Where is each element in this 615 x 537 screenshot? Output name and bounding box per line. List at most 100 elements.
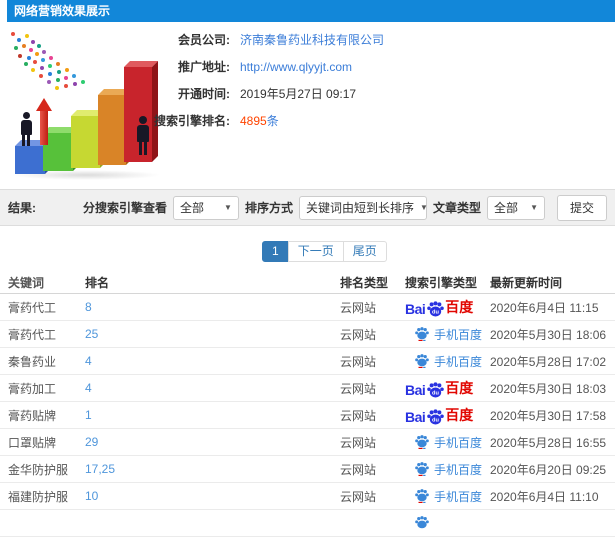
rank-type-cell: 云网站 <box>340 489 377 504</box>
page: { "titlebar": { "title": "网络营销效果展示" }, "… <box>0 0 615 537</box>
engine-cell: Baidu百度 手机百度 <box>405 405 490 425</box>
title-bar: 网络营销效果展示 <box>7 0 615 22</box>
article-type-select[interactable]: 全部 ▼ <box>486 195 545 220</box>
pagination: 1 下一页 尾页 <box>262 241 387 262</box>
member-company-row: 会员公司: 济南秦鲁药业科技有限公司 <box>148 26 384 53</box>
table-row: 福建防护服 10 云网站 Baidu百度 手机百度 2020年6月4日 11:1… <box>0 483 615 510</box>
mobile-baidu-paw-icon <box>415 462 429 476</box>
last-page-button[interactable]: 尾页 <box>342 241 387 262</box>
rank-type-cell: 云网站 <box>340 354 377 369</box>
table-row: 膏药贴牌 1 云网站 Baidu百度 手机百度 2020年5月30日 17:58 <box>0 402 615 429</box>
engine-cell: Baidu百度 手机百度 <box>405 461 490 478</box>
submit-button[interactable]: 提交 <box>556 194 607 221</box>
table-row-partial <box>0 510 615 537</box>
engine-rank-label: 搜索引擎排名: <box>154 114 230 128</box>
keyword-cell: 口罩贴牌 <box>8 435 57 450</box>
clipart-bar-blue <box>15 146 45 174</box>
table-row: 膏药代工 8 云网站 Baidu百度 手机百度 2020年6月4日 11:15 <box>0 294 615 321</box>
engine-cell: Baidu百度 手机百度 <box>405 378 490 398</box>
next-page-button[interactable]: 下一页 <box>287 241 344 262</box>
confetti-dots <box>11 32 15 36</box>
member-company-label: 会员公司: <box>178 33 230 47</box>
result-label: 结果: <box>8 201 36 215</box>
engine-rank-row: 搜索引擎排名: 4895条 <box>148 107 384 134</box>
rank-type-cell: 云网站 <box>340 462 377 477</box>
mobile-baidu-paw-icon <box>415 327 429 341</box>
header-rank: 排名 <box>85 276 110 290</box>
engine-cell: Baidu百度 手机百度 <box>405 297 490 317</box>
rank-link[interactable]: 10 <box>85 489 340 503</box>
rank-link[interactable]: 8 <box>85 300 340 314</box>
keyword-cell: 福建防护服 <box>8 489 69 504</box>
keyword-cell: 膏药加工 <box>8 381 57 396</box>
keyword-cell: 金华防护服 <box>8 462 69 477</box>
engine-filter-label: 分搜索引擎查看 <box>82 201 167 215</box>
table-row: 膏药代工 25 云网站 Baidu百度 手机百度 2020年5月30日 18:0… <box>0 321 615 348</box>
rank-link[interactable]: 4 <box>85 381 340 395</box>
up-arrow-icon <box>36 98 52 146</box>
article-type-value: 全部 <box>493 201 518 215</box>
header-keyword: 关键词 <box>8 276 45 290</box>
rank-link[interactable]: 4 <box>85 354 340 368</box>
rank-type-cell: 云网站 <box>340 381 377 396</box>
promotion-url-link[interactable]: http://www.qlyyjt.com <box>240 60 352 74</box>
mobile-baidu-paw-icon <box>415 435 429 449</box>
mobile-baidu-paw-icon <box>415 489 429 503</box>
rank-link[interactable]: 17,25 <box>85 462 340 476</box>
member-company-link[interactable]: 济南秦鲁药业科技有限公司 <box>240 31 384 48</box>
results-table: 关键词 排名 排名类型 搜索引擎类型 最新更新时间 膏药代工 8 云网站 Bai… <box>0 272 615 537</box>
mobile-baidu-logo: 手机百度 <box>415 353 482 370</box>
rank-link[interactable]: 25 <box>85 327 340 341</box>
baidu-paw-icon: du <box>427 382 445 398</box>
svg-text:du: du <box>432 310 439 316</box>
update-time-cell: 2020年5月28日 16:55 <box>490 435 607 450</box>
baidu-logo: Bai du 百度 <box>405 299 474 317</box>
page-title: 网络营销效果展示 <box>14 4 111 18</box>
update-time-cell: 2020年6月4日 11:15 <box>490 300 599 315</box>
article-type-label: 文章类型 <box>432 201 481 215</box>
rank-type-cell: 云网站 <box>340 408 377 423</box>
clipart-bar-orange <box>98 95 126 165</box>
mobile-baidu-paw-icon <box>415 354 429 368</box>
keyword-cell: 膏药代工 <box>8 327 57 342</box>
update-time-cell: 2020年5月30日 18:03 <box>490 381 607 396</box>
sort-label: 排序方式 <box>244 201 293 215</box>
engine-filter-value: 全部 <box>179 201 204 215</box>
update-time-cell: 2020年5月30日 17:58 <box>490 408 607 423</box>
svg-text:du: du <box>432 391 439 397</box>
engine-cell: Baidu百度 手机百度 <box>405 326 490 343</box>
update-time-cell: 2020年5月28日 17:02 <box>490 354 607 369</box>
rank-link[interactable]: 29 <box>85 435 340 449</box>
table-row: 金华防护服 17,25 云网站 Baidu百度 手机百度 2020年6月20日 … <box>0 456 615 483</box>
sort-select[interactable]: 关键词由短到长排序 ▼ <box>298 195 428 220</box>
engine-cell: Baidu百度 手机百度 <box>405 353 490 370</box>
baidu-logo: Bai du 百度 <box>405 380 474 398</box>
baidu-paw-icon: du <box>427 301 445 317</box>
rank-unit: 条 <box>266 114 279 128</box>
page-1-button[interactable]: 1 <box>262 241 289 262</box>
chevron-down-icon: ▼ <box>530 203 538 212</box>
engine-cell: Baidu百度 手机百度 <box>405 434 490 451</box>
table-header-row: 关键词 排名 排名类型 搜索引擎类型 最新更新时间 <box>0 272 615 294</box>
rank-link[interactable]: 1 <box>85 408 340 422</box>
open-time-label: 开通时间: <box>178 87 230 101</box>
sort-value: 关键词由短到长排序 <box>305 201 414 215</box>
table-row: 秦鲁药业 4 云网站 Baidu百度 手机百度 2020年5月28日 17:02 <box>0 348 615 375</box>
chevron-down-icon: ▼ <box>419 203 428 212</box>
engine-cell: Baidu百度 手机百度 <box>405 488 490 505</box>
businessman-figure-left <box>19 112 33 146</box>
engine-cell <box>405 516 490 530</box>
promotion-url-row: 推广地址: http://www.qlyyjt.com <box>148 53 384 80</box>
header-engine-type: 搜索引擎类型 <box>405 276 478 290</box>
rank-type-cell: 云网站 <box>340 300 377 315</box>
table-row: 膏药加工 4 云网站 Baidu百度 手机百度 2020年5月30日 18:03 <box>0 375 615 402</box>
update-time-cell: 2020年6月4日 11:10 <box>490 489 599 504</box>
engine-filter-select[interactable]: 全部 ▼ <box>172 195 239 220</box>
mobile-baidu-logo: 手机百度 <box>415 434 482 451</box>
rank-type-cell: 云网站 <box>340 327 377 342</box>
keyword-cell: 膏药贴牌 <box>8 408 57 423</box>
company-info: 会员公司: 济南秦鲁药业科技有限公司 推广地址: http://www.qlyy… <box>148 26 384 134</box>
table-row: 口罩贴牌 29 云网站 Baidu百度 手机百度 2020年5月28日 16:5… <box>0 429 615 456</box>
svg-text:du: du <box>432 418 439 424</box>
update-time-cell: 2020年5月30日 18:06 <box>490 327 607 342</box>
